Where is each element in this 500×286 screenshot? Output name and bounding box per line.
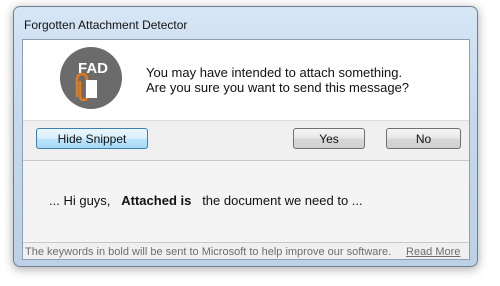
- message-header: FAD You may have intended to attach some…: [23, 40, 469, 121]
- snippet-prefix: ... Hi guys,: [49, 193, 111, 208]
- window-title: Forgotten Attachment Detector: [24, 18, 188, 32]
- snippet-keyword: Attached is: [121, 193, 192, 208]
- message-line-2: Are you sure you want to send this messa…: [146, 80, 410, 95]
- privacy-note: The keywords in bold will be sent to Mic…: [25, 246, 392, 258]
- snippet-text: ... Hi guys, Attached is the document we…: [49, 193, 363, 208]
- message-line-1: You may have intended to attach somethin…: [146, 65, 403, 80]
- dialog-content: FAD You may have intended to attach some…: [22, 39, 470, 260]
- dialog-window: Forgotten Attachment Detector FAD You ma…: [13, 6, 478, 267]
- hide-snippet-button[interactable]: Hide Snippet: [36, 128, 148, 149]
- yes-button[interactable]: Yes: [293, 128, 365, 149]
- fad-logo-icon: FAD: [60, 47, 122, 109]
- title-bar[interactable]: Forgotten Attachment Detector: [14, 7, 477, 37]
- snippet-panel: ... Hi guys, Attached is the document we…: [23, 160, 469, 243]
- read-more-link[interactable]: Read More: [406, 246, 460, 258]
- snippet-suffix: the document we need to ...: [202, 193, 363, 208]
- warning-message: You may have intended to attach somethin…: [146, 65, 409, 95]
- no-button[interactable]: No: [386, 128, 461, 149]
